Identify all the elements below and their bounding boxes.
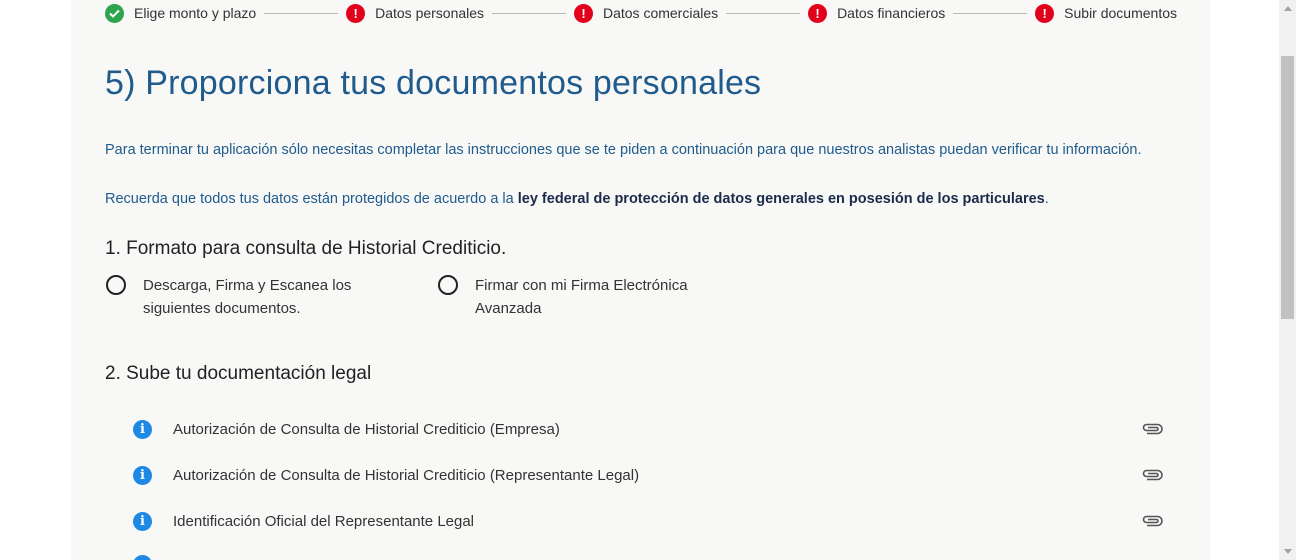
step-datos-comerciales[interactable]: ! Datos comerciales — [573, 3, 719, 23]
radio-label: Firmar con mi Firma Electrónica Avanzada — [475, 277, 688, 317]
step-label: Datos financieros — [837, 5, 946, 21]
info-circle-icon[interactable]: i — [133, 419, 152, 439]
step-elige-monto[interactable]: Elige monto y plazo — [105, 3, 257, 23]
check-circle-icon — [105, 3, 124, 23]
radio-label: Descarga, Firma y Escanea los siguientes… — [143, 277, 352, 317]
privacy-prefix: Recuerda que todos tus datos están prote… — [105, 191, 518, 207]
section-credit-format-title: 1. Formato para consulta de Historial Cr… — [105, 238, 507, 259]
document-row: i Autorización de Consulta de Historial … — [133, 417, 1163, 441]
step-label: Datos comerciales — [602, 5, 719, 21]
step-connector — [264, 12, 339, 14]
step-label: Subir documentos — [1064, 5, 1177, 21]
info-circle-icon[interactable]: i — [133, 511, 152, 531]
step-label: Elige monto y plazo — [134, 5, 257, 21]
exclamation-circle-icon: ! — [346, 3, 366, 23]
radio-electronic-signature[interactable]: Firmar con mi Firma Electrónica Avanzada — [438, 274, 705, 320]
browser-viewport: Elige monto y plazo ! Datos personales !… — [0, 0, 1296, 560]
scrollbar-thumb[interactable] — [1281, 56, 1294, 319]
privacy-law-name: ley federal de protección de datos gener… — [517, 191, 1045, 207]
vertical-scrollbar[interactable] — [1279, 0, 1296, 560]
section-legal-docs-title: 2. Sube tu documentación legal — [105, 363, 372, 384]
document-row-partial — [133, 552, 1163, 560]
info-circle-icon[interactable] — [133, 554, 152, 560]
step-connector — [726, 12, 801, 14]
exclamation-circle-icon: ! — [1035, 3, 1055, 23]
privacy-notice: Recuerda que todos tus datos están prote… — [105, 191, 1145, 208]
document-label: Identificación Oficial del Representante… — [173, 512, 475, 530]
radio-download-sign-scan[interactable]: Descarga, Firma y Escanea los siguientes… — [106, 274, 373, 320]
document-row: i Identificación Oficial del Representan… — [133, 509, 1163, 533]
paperclip-icon[interactable] — [1141, 469, 1163, 481]
document-label: Autorización de Consulta de Historial Cr… — [173, 466, 640, 484]
privacy-suffix: . — [1044, 191, 1049, 207]
info-circle-icon[interactable]: i — [133, 465, 152, 485]
paperclip-icon[interactable] — [1141, 515, 1163, 527]
step-connector — [953, 12, 1028, 14]
document-row: i Autorización de Consulta de Historial … — [133, 463, 1163, 487]
scroll-down-icon[interactable] — [1279, 543, 1296, 560]
paperclip-icon[interactable] — [1141, 423, 1163, 435]
intro-text: Para terminar tu aplicación sólo necesit… — [105, 142, 1142, 158]
step-datos-personales[interactable]: ! Datos personales — [346, 3, 485, 23]
page-title: 5) Proporciona tus documentos personales — [105, 64, 762, 102]
step-datos-financieros[interactable]: ! Datos financieros — [808, 3, 946, 23]
progress-stepper: Elige monto y plazo ! Datos personales !… — [105, 2, 1177, 24]
document-label: Autorización de Consulta de Historial Cr… — [173, 420, 560, 438]
step-label: Datos personales — [375, 5, 485, 21]
exclamation-circle-icon: ! — [573, 3, 593, 23]
exclamation-circle-icon: ! — [808, 3, 828, 23]
application-card: Elige monto y plazo ! Datos personales !… — [71, 0, 1210, 560]
radio-circle-icon[interactable] — [106, 275, 126, 295]
radio-circle-icon[interactable] — [438, 275, 458, 295]
scroll-up-icon[interactable] — [1279, 0, 1296, 17]
step-connector — [492, 12, 566, 14]
step-subir-documentos[interactable]: ! Subir documentos — [1035, 3, 1177, 23]
